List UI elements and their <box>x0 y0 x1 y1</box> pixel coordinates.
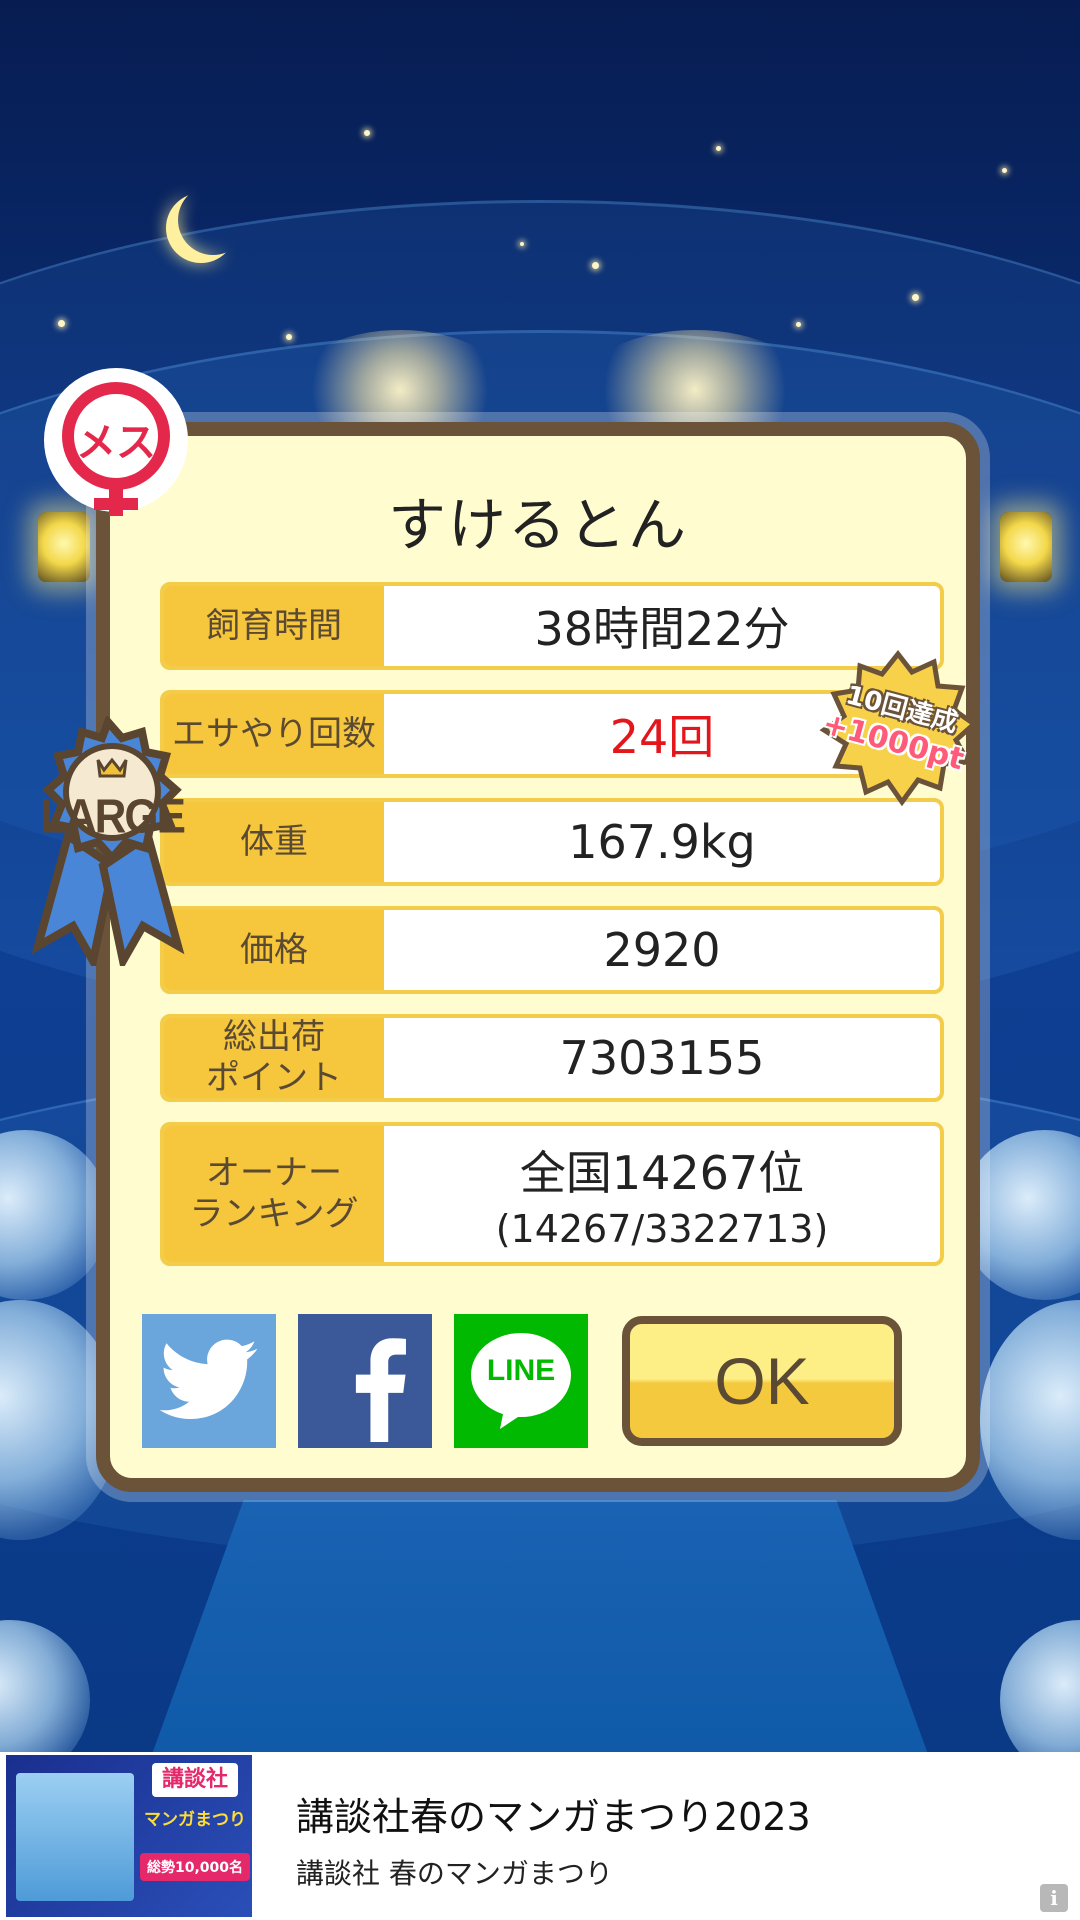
castle-image <box>16 1773 134 1901</box>
pet-name: すけるとん <box>387 491 688 559</box>
star-icon <box>286 334 292 340</box>
ad-thumbnail[interactable]: 講談社 マンガまつり 総勢10,000名 <box>6 1755 252 1917</box>
female-gender-badge: メス <box>50 374 182 516</box>
achievement-badge: 10回達成 +1000pt <box>818 649 979 810</box>
line-share-button[interactable]: LINE <box>454 1314 588 1448</box>
stat-value: 2920 <box>603 923 721 977</box>
stat-row-owner-ranking: オーナー ランキング 全国14267位 (14267/3322713) <box>160 1122 944 1266</box>
ad-thumb-title: マンガまつり <box>144 1810 246 1830</box>
star-icon <box>796 322 801 327</box>
info-icon[interactable]: i <box>1040 1884 1068 1912</box>
bokeh-light <box>1000 1620 1080 1752</box>
stat-label: 飼育時間 <box>164 586 384 666</box>
stat-value: 全国14267位 (14267/3322713) <box>384 1126 940 1262</box>
stat-label: 総出荷 ポイント <box>164 1018 384 1098</box>
ad-thumb-prize: 総勢10,000名 <box>140 1853 250 1881</box>
stat-row-weight: 体重 167.9kg <box>160 798 944 886</box>
star-icon <box>592 262 599 269</box>
ranking-national: 全国14267位 <box>519 1146 805 1200</box>
star-icon <box>716 146 721 151</box>
bokeh-light <box>0 1620 90 1752</box>
ad-thumb-brand: 講談社 <box>152 1763 238 1797</box>
runway <box>150 1500 930 1752</box>
ok-button[interactable]: OK <box>622 1316 902 1446</box>
ranking-detail: (14267/3322713) <box>495 1207 829 1251</box>
stat-value: 7303155 <box>559 1031 765 1085</box>
star-icon <box>520 242 524 246</box>
stat-row-total-points: 総出荷 ポイント 7303155 <box>160 1014 944 1102</box>
star-icon <box>1002 168 1007 173</box>
facebook-share-button[interactable] <box>298 1314 432 1448</box>
gender-label: メス <box>76 420 156 466</box>
star-icon <box>912 294 919 301</box>
moon-icon <box>178 185 248 255</box>
size-ribbon-badge: LARGE <box>18 714 198 973</box>
twitter-bird-icon <box>159 1339 258 1419</box>
star-icon <box>364 130 370 136</box>
stat-row-price: 価格 2920 <box>160 906 944 994</box>
street-lamp <box>1000 512 1052 582</box>
ad-subtitle: 講談社 春のマンガまつり <box>296 1857 613 1890</box>
stat-value: 167.9kg <box>568 815 756 869</box>
stat-label: オーナー ランキング <box>164 1126 384 1262</box>
ad-title[interactable]: 講談社春のマンガまつり2023 <box>296 1786 811 1841</box>
twitter-share-button[interactable] <box>142 1314 276 1448</box>
size-label: LARGE <box>40 789 186 844</box>
ad-banner[interactable]: 講談社 マンガまつり 総勢10,000名 講談社春のマンガまつり2023 講談社… <box>0 1752 1080 1920</box>
facebook-f-icon <box>355 1338 406 1442</box>
star-icon <box>58 320 65 327</box>
line-logo-text: LINE <box>486 1354 556 1387</box>
pet-result-dialog: すけるとん 飼育時間 38時間22分 エサやり回数 24回 体重 167.9kg… <box>96 422 980 1492</box>
